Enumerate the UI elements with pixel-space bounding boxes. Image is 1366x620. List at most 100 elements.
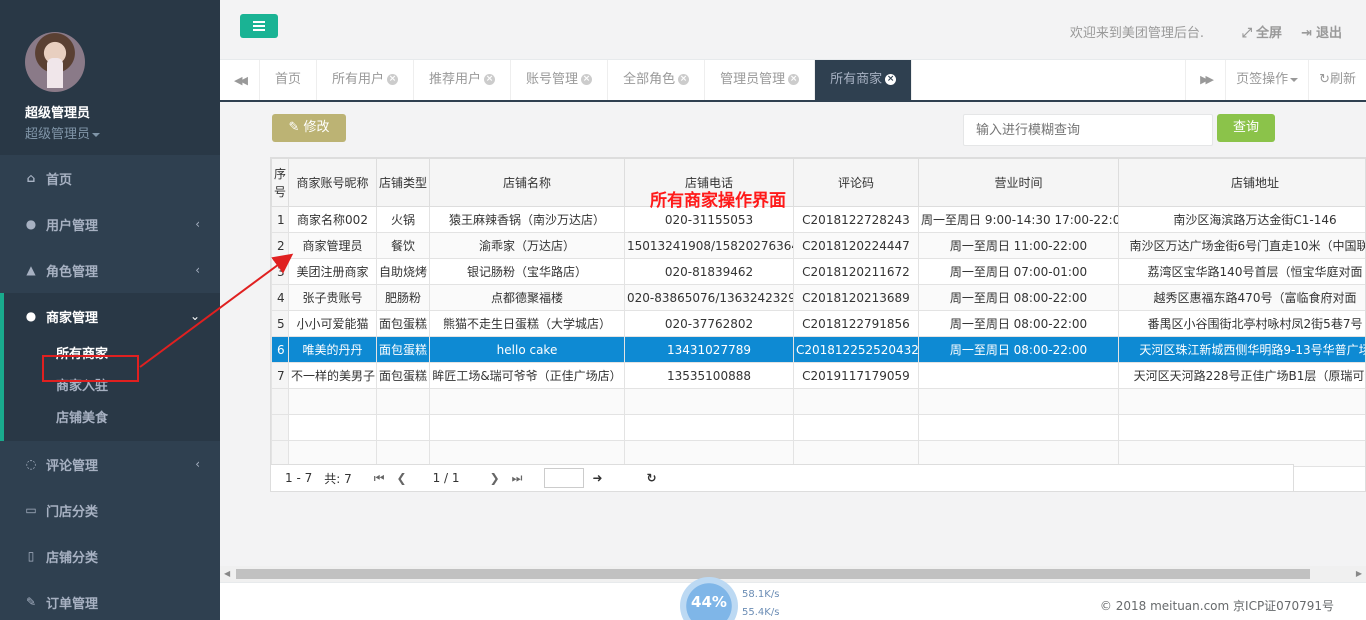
subnav-item-store-food[interactable]: 店铺美食 bbox=[4, 403, 220, 435]
sidebar-item-orders[interactable]: ✎ 订单管理 bbox=[0, 579, 220, 620]
cell-comment-code: C2019117179059 bbox=[793, 362, 919, 389]
row-seq: 5 bbox=[271, 310, 289, 337]
cell-address: 天河区珠江新城西侧华明路9-13号华普广场 bbox=[1118, 336, 1365, 363]
sidebar-item-roles[interactable]: ▲ 角色管理 ‹ bbox=[0, 247, 220, 293]
table-row-selected[interactable]: 6 唯美的丹丹 面包蛋糕 hello cake 13431027789 C20181225… bbox=[271, 336, 1365, 363]
first-page-icon[interactable]: ⏮ bbox=[374, 471, 385, 486]
close-icon[interactable]: × bbox=[788, 74, 800, 85]
fullscreen-button[interactable]: ⤢ 全屏 bbox=[1242, 22, 1282, 41]
tab-operations-label: 页签操作 bbox=[1236, 72, 1289, 87]
sidebar-item-store-category[interactable]: ▭ 门店分类 bbox=[0, 487, 220, 533]
flask-icon: ▲ bbox=[26, 263, 36, 277]
scroll-right-icon[interactable]: ▶ bbox=[1356, 569, 1362, 578]
row-seq bbox=[271, 414, 289, 441]
scrollbar-thumb[interactable] bbox=[236, 569, 1310, 579]
column-header-type[interactable]: 店铺类型 bbox=[376, 158, 430, 207]
tab-all-roles[interactable]: 全部角色 × bbox=[608, 60, 706, 100]
sidebar-item-label: 用户管理 bbox=[46, 218, 99, 234]
close-icon[interactable]: × bbox=[581, 74, 593, 85]
cell-comment-code: C2018122728243 bbox=[793, 206, 919, 233]
column-header-address[interactable]: 店铺地址 bbox=[1118, 158, 1365, 207]
tab-label: 全部角色 bbox=[623, 72, 676, 87]
table-row-empty bbox=[271, 414, 1365, 441]
pager-page: 1 / 1 bbox=[432, 471, 460, 485]
tab-account-management[interactable]: 账号管理 × bbox=[511, 60, 609, 100]
close-icon[interactable]: × bbox=[885, 74, 897, 85]
empty-cell bbox=[793, 388, 919, 415]
sidebar-item-label: 店铺分类 bbox=[46, 550, 99, 566]
close-icon[interactable]: × bbox=[387, 74, 399, 85]
tab-all-users[interactable]: 所有用户 × bbox=[317, 60, 415, 100]
sidebar-item-merchants[interactable]: ● 商家管理 ⌄ bbox=[4, 293, 220, 339]
chevron-left-icon: ‹ bbox=[195, 263, 200, 277]
cell-hours: 周一至周日 11:00-22:00 bbox=[918, 232, 1119, 259]
table-row[interactable]: 5 小小可爱能猫 面包蛋糕 熊猫不走生日蛋糕（大学城店） 020-37762802 C20… bbox=[271, 310, 1365, 337]
cell-hours: 周一至周日 9:00-14:30 17:00-22:00 bbox=[918, 206, 1119, 233]
table-row[interactable]: 7 不一样的美男子 面包蛋糕 眸匠工场&瑞可爷爷（正佳广场店） 13535100888 C… bbox=[271, 362, 1365, 389]
sidebar: 超级管理员 超级管理员 ⌂ 首页 ● 用户管理 ‹ ▲ 角色管理 ‹ ● 商家管理 ⌄ 所有商… bbox=[0, 0, 220, 620]
column-header-comment-code[interactable]: 评论码 bbox=[793, 158, 919, 207]
tab-actions: ▶▶ 页签操作 ↻刷新 bbox=[1185, 60, 1366, 100]
go-arrow-icon[interactable]: ➜ bbox=[592, 471, 602, 485]
pager-range: 1 - 7 bbox=[285, 471, 313, 485]
close-icon[interactable]: × bbox=[484, 74, 496, 85]
chevron-left-icon: ‹ bbox=[195, 457, 200, 471]
sidebar-item-shop-category[interactable]: ▯ 店铺分类 bbox=[0, 533, 220, 579]
cell-shop-name: 渝乖家（万达店） bbox=[429, 232, 625, 259]
hamburger-icon-bar bbox=[253, 21, 265, 23]
avatar[interactable] bbox=[25, 32, 85, 92]
column-header-shop-name[interactable]: 店铺名称 bbox=[429, 158, 625, 207]
tab-operations-dropdown[interactable]: 页签操作 bbox=[1225, 60, 1308, 100]
profile-role-dropdown[interactable]: 超级管理员 bbox=[25, 123, 220, 142]
sidebar-item-comments[interactable]: ◌ 评论管理 ‹ bbox=[0, 441, 220, 487]
copyright-text: © 2018 meituan.com 京ICP证070791号 bbox=[1099, 599, 1334, 613]
tab-scroll-right-button[interactable]: ▶▶ bbox=[1185, 60, 1225, 100]
logout-button[interactable]: ⇥ 退出 bbox=[1301, 22, 1342, 41]
row-seq: 4 bbox=[271, 284, 289, 311]
tab-label: 账号管理 bbox=[526, 72, 579, 87]
next-page-icon[interactable]: ❯ bbox=[490, 471, 500, 485]
horizontal-scrollbar[interactable]: ◀ ▶ bbox=[220, 566, 1366, 582]
table-row[interactable]: 3 美团注册商家 自助烧烤 银记肠粉（宝华路店） 020-81839462 C201812… bbox=[271, 258, 1365, 285]
tab-label: 所有商家 bbox=[830, 72, 883, 87]
home-icon: ⌂ bbox=[26, 171, 36, 185]
last-page-icon[interactable]: ⏭ bbox=[512, 471, 523, 486]
query-button[interactable]: 查询 bbox=[1217, 114, 1275, 142]
column-header-hours[interactable]: 营业时间 bbox=[918, 158, 1119, 207]
refresh-button[interactable]: ↻刷新 bbox=[1308, 60, 1366, 100]
empty-cell bbox=[288, 414, 377, 441]
table-row[interactable]: 2 商家管理员 餐饮 渝乖家（万达店） 15013241908/15820276364 C… bbox=[271, 232, 1365, 259]
cell-phone: 020-83865076/13632423292 bbox=[624, 284, 794, 311]
tab-recommended-users[interactable]: 推荐用户 × bbox=[414, 60, 512, 100]
cell-shop-name: 眸匠工场&瑞可爷爷（正佳广场店） bbox=[429, 362, 625, 389]
sidebar-item-users[interactable]: ● 用户管理 ‹ bbox=[0, 201, 220, 247]
sidebar-item-home[interactable]: ⌂ 首页 bbox=[0, 155, 220, 201]
table-row[interactable]: 1 商家名称002 火锅 猿王麻辣香锅（南沙万达店） 020-31155053 C2018… bbox=[271, 206, 1365, 233]
chevron-down-icon: ⌄ bbox=[189, 309, 200, 323]
hamburger-icon-bar bbox=[253, 29, 265, 31]
cell-phone: 020-37762802 bbox=[624, 310, 794, 337]
tab-admin-management[interactable]: 管理员管理 × bbox=[705, 60, 816, 100]
cell-hours: 周一至周日 08:00-22:00 bbox=[918, 336, 1119, 363]
cell-shop-name: 熊猫不走生日蛋糕（大学城店） bbox=[429, 310, 625, 337]
column-header-seq[interactable]: 序号 bbox=[271, 158, 289, 207]
tab-home[interactable]: 首页 bbox=[260, 60, 318, 100]
reload-icon[interactable]: ↻ bbox=[647, 471, 657, 485]
close-icon[interactable]: × bbox=[678, 74, 690, 85]
tab-scroll-left-button[interactable]: ◀◀ bbox=[220, 60, 260, 100]
column-header-account[interactable]: 商家账号昵称 bbox=[288, 158, 377, 207]
empty-cell bbox=[429, 388, 625, 415]
menu-toggle-button[interactable] bbox=[240, 14, 278, 38]
tab-all-merchants[interactable]: 所有商家 × bbox=[815, 60, 913, 100]
cell-type: 面包蛋糕 bbox=[376, 362, 430, 389]
profile-panel: 超级管理员 超级管理员 bbox=[0, 0, 220, 155]
table-row[interactable]: 4 张子贵账号 肥肠粉 点都德聚福楼 020-83865076/13632423292 C… bbox=[271, 284, 1365, 311]
empty-cell bbox=[429, 440, 625, 467]
edit-button[interactable]: ✎ 修改 bbox=[272, 114, 346, 142]
page-jump-input[interactable] bbox=[544, 468, 585, 488]
empty-cell bbox=[918, 388, 1119, 415]
scroll-left-icon[interactable]: ◀ bbox=[224, 569, 230, 578]
prev-page-icon[interactable]: ❮ bbox=[397, 471, 407, 485]
search-input[interactable] bbox=[963, 114, 1213, 146]
pagination-bar: 1 - 7 共: 7 ⏮ ❮ 1 / 1 ❯ ⏭ ➜ ↻ bbox=[270, 464, 1294, 492]
